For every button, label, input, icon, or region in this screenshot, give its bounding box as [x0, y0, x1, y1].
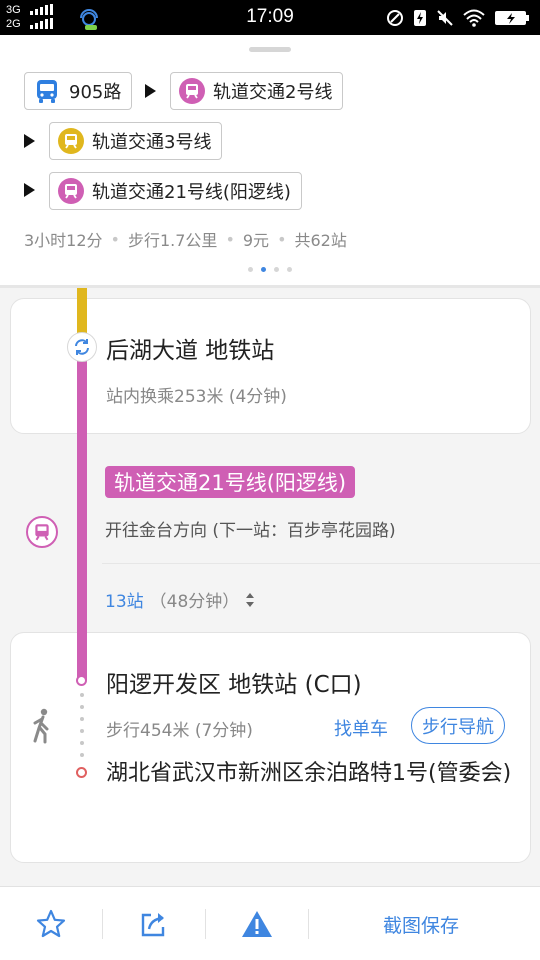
arrow-icon	[24, 183, 35, 197]
stops-toggle[interactable]: 13站 （48分钟）	[105, 587, 255, 612]
segment-chip-metro-3[interactable]: 轨道交通3号线	[49, 122, 223, 160]
ride-direction: 开往金台方向 (下一站：百步亭花园路)	[105, 521, 396, 541]
transfer-detail: 站内换乘253米 (4分钟)	[106, 387, 287, 407]
bus-icon	[37, 80, 57, 103]
mute-icon	[437, 10, 453, 26]
arrow-icon	[24, 134, 35, 148]
page-dot	[248, 267, 253, 272]
metro-icon	[58, 128, 84, 154]
line-21-track	[77, 632, 87, 680]
walk-path	[80, 693, 84, 763]
arrow-icon	[145, 84, 156, 98]
page-dot	[274, 267, 279, 272]
charging-icon	[414, 10, 426, 26]
walk-icon	[33, 708, 49, 744]
star-icon	[36, 909, 66, 938]
page-indicator	[248, 267, 292, 272]
status-bar: 3G 2G 17:09	[0, 0, 540, 35]
station-marker	[76, 675, 87, 686]
favorite-button[interactable]	[0, 887, 102, 960]
walk-distance: 步行1.7公里	[127, 231, 218, 250]
metro-icon	[58, 178, 84, 204]
wifi-icon	[463, 9, 485, 27]
line-3-track	[77, 288, 87, 334]
segment-chip-bus[interactable]: 905路	[24, 72, 133, 110]
share-icon	[141, 913, 165, 937]
drag-handle[interactable]	[249, 47, 291, 52]
nfc-icon	[387, 10, 403, 26]
destination-address: 湖北省武汉市新洲区余泊路特1号(管委会)	[106, 761, 512, 786]
metro-icon	[26, 516, 58, 548]
walk-navigation-button[interactable]: 步行导航	[411, 707, 505, 744]
screenshot-save-button[interactable]: 截图保存	[383, 911, 459, 938]
page-dot-active	[261, 267, 266, 272]
segment-chip-metro-21[interactable]: 轨道交通21号线(阳逻线)	[49, 172, 302, 210]
transfer-station-name: 后湖大道 地铁站	[106, 338, 275, 364]
battery-icon	[495, 11, 529, 25]
destination-marker	[76, 767, 87, 778]
stop-count: 13站	[105, 592, 144, 612]
route-summary[interactable]: 905路 轨道交通2号线 轨道交通3号线 轨道交通21号线(阳逻线) 3小时12…	[0, 35, 540, 285]
metro-icon	[179, 78, 205, 104]
report-button[interactable]	[206, 887, 308, 960]
segment-chip-metro-2[interactable]: 轨道交通2号线	[170, 72, 344, 110]
fare: 9元	[242, 231, 270, 250]
total-duration: 3小时12分	[24, 231, 103, 250]
find-bike-button[interactable]: 找单车	[334, 715, 388, 741]
route-meta: 3小时12分 • 步行1.7公里 • 9元 • 共62站	[24, 227, 347, 251]
bottom-toolbar: 截图保存	[0, 886, 540, 960]
transfer-icon	[67, 332, 97, 362]
page-dot	[287, 267, 292, 272]
divider	[102, 563, 540, 564]
ride-duration: （48分钟）	[149, 592, 240, 612]
walk-detail: 步行454米 (7分钟)	[106, 721, 253, 741]
warning-icon	[242, 911, 272, 937]
transfer-card[interactable]	[10, 298, 531, 434]
expand-icon	[246, 592, 255, 607]
arrival-station-name: 阳逻开发区 地铁站 (C口)	[106, 672, 362, 698]
share-button[interactable]	[103, 887, 205, 960]
station-count: 共62站	[294, 231, 347, 250]
line-badge: 轨道交通21号线(阳逻线)	[105, 466, 356, 498]
